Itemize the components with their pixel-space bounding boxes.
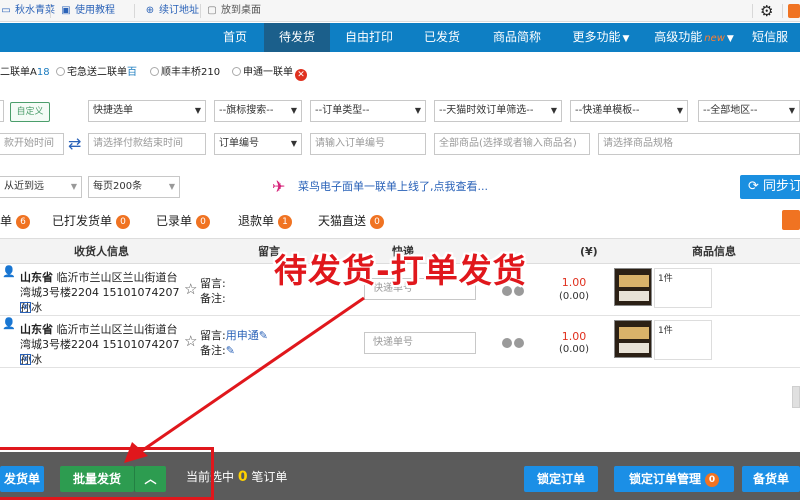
annotation-callout: 待发货-打单发货: [274, 251, 527, 290]
